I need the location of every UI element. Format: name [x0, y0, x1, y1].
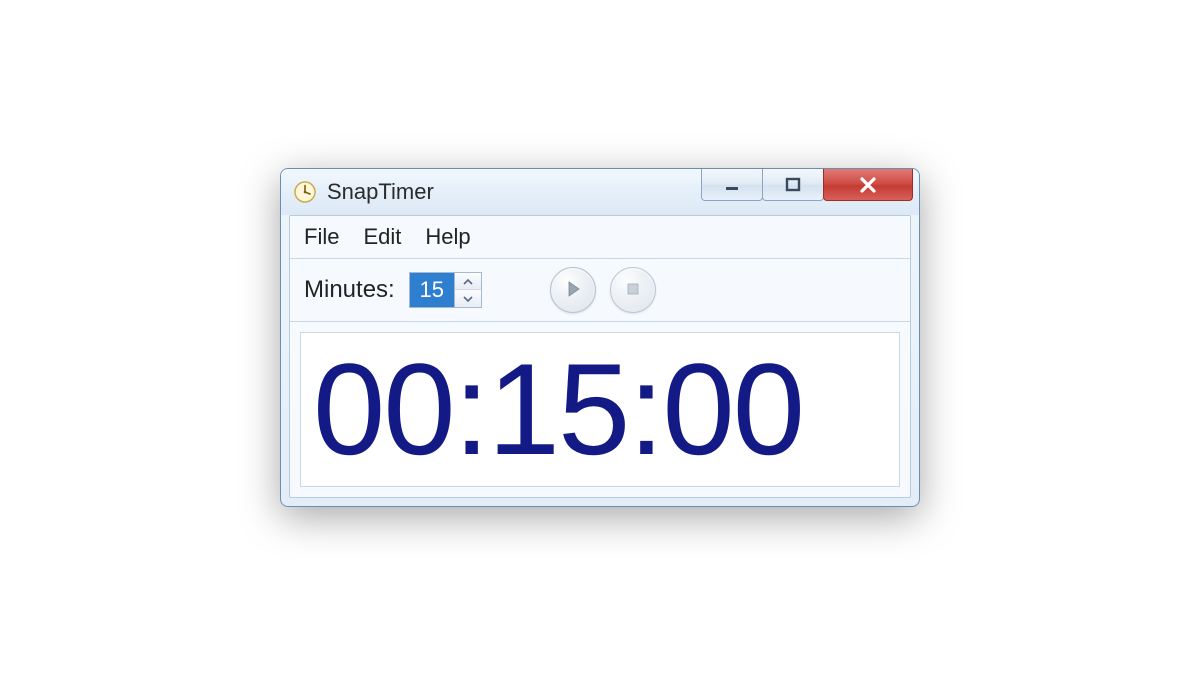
- close-button[interactable]: [823, 169, 913, 201]
- client-area: File Edit Help Minutes:: [289, 215, 911, 498]
- spinner-buttons: [454, 273, 481, 307]
- clock-icon: [293, 180, 317, 204]
- chevron-up-icon: [463, 274, 473, 289]
- timer-value: 00:15:00: [313, 341, 887, 478]
- menu-help[interactable]: Help: [425, 224, 470, 250]
- minutes-spinner: [409, 272, 482, 308]
- maximize-icon: [784, 176, 802, 194]
- close-icon: [858, 175, 878, 195]
- minimize-icon: [723, 176, 741, 194]
- stop-icon: [625, 281, 641, 300]
- minutes-input[interactable]: [410, 273, 454, 307]
- maximize-button[interactable]: [762, 169, 824, 201]
- stop-button[interactable]: [610, 267, 656, 313]
- menubar: File Edit Help: [290, 216, 910, 259]
- menu-file[interactable]: File: [304, 224, 339, 250]
- window-title: SnapTimer: [327, 179, 434, 205]
- minutes-label: Minutes:: [304, 276, 395, 304]
- spinner-down-button[interactable]: [455, 290, 481, 307]
- window-controls: [702, 169, 913, 201]
- play-button[interactable]: [550, 267, 596, 313]
- app-window: SnapTimer File: [280, 168, 920, 507]
- spinner-up-button[interactable]: [455, 273, 481, 290]
- menu-edit[interactable]: Edit: [363, 224, 401, 250]
- chevron-down-icon: [463, 291, 473, 306]
- toolbar: Minutes:: [290, 259, 910, 322]
- timer-display: 00:15:00: [300, 332, 900, 487]
- play-icon: [564, 280, 582, 301]
- titlebar[interactable]: SnapTimer: [281, 169, 919, 215]
- minimize-button[interactable]: [701, 169, 763, 201]
